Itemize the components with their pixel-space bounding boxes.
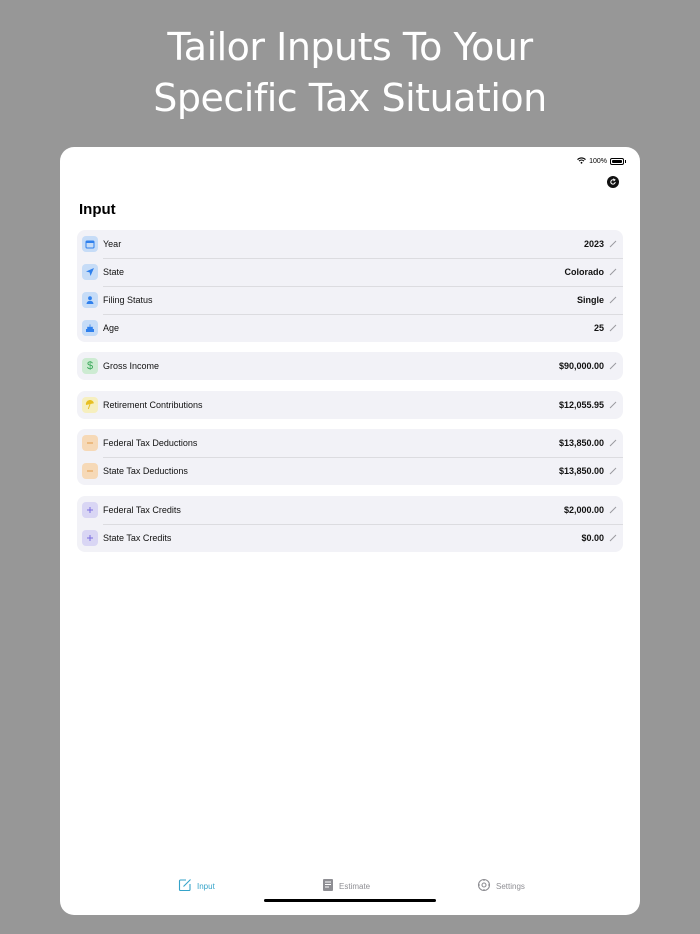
tab-input-label: Input: [197, 881, 215, 891]
minus-icon: [82, 435, 98, 451]
beach-umbrella-icon: [82, 397, 98, 413]
page-title: Input: [79, 201, 116, 218]
marketing-headline: Tailor Inputs To Your Specific Tax Situa…: [0, 22, 700, 124]
pencil-icon[interactable]: [609, 362, 617, 370]
pencil-icon[interactable]: [609, 268, 617, 276]
year-value: 2023: [583, 239, 604, 249]
gross-income-row[interactable]: $ Gross Income $90,000.00: [77, 352, 623, 380]
input-group-credits: Federal Tax Credits $2,000.00 State Tax …: [77, 496, 623, 552]
state-label: State: [103, 267, 125, 277]
minus-icon: [82, 463, 98, 479]
retirement-contributions-label: Retirement Contributions: [103, 400, 203, 410]
pencil-icon[interactable]: [609, 296, 617, 304]
pencil-icon[interactable]: [609, 324, 617, 332]
state-tax-deductions-label: State Tax Deductions: [103, 466, 188, 476]
square-pencil-icon: [178, 878, 192, 894]
status-bar: 100%: [577, 157, 626, 166]
year-label: Year: [103, 239, 122, 249]
tab-input[interactable]: Input: [178, 878, 215, 894]
headline-line-1: Tailor Inputs To Your: [167, 25, 533, 69]
filing-status-label: Filing Status: [103, 295, 153, 305]
pencil-icon[interactable]: [609, 506, 617, 514]
headline-line-2: Specific Tax Situation: [153, 76, 547, 120]
state-tax-credits-row[interactable]: State Tax Credits $0.00: [77, 524, 623, 552]
battery-percentage: 100%: [589, 158, 607, 165]
tab-estimate[interactable]: Estimate: [322, 878, 370, 894]
federal-tax-deductions-value: $13,850.00: [558, 438, 604, 448]
federal-tax-deductions-label: Federal Tax Deductions: [103, 438, 198, 448]
tab-bar: Input Estimate Settings: [60, 878, 640, 894]
federal-tax-credits-row[interactable]: Federal Tax Credits $2,000.00: [77, 496, 623, 524]
tab-estimate-label: Estimate: [339, 881, 371, 891]
plus-icon: [82, 530, 98, 546]
filing-status-value: Single: [576, 295, 604, 305]
state-tax-deductions-row[interactable]: State Tax Deductions $13,850.00: [77, 457, 623, 485]
input-group-personal: Year 2023 State Colorado Filing Status S…: [77, 230, 623, 342]
federal-tax-credits-value: $2,000.00: [563, 505, 604, 515]
birthday-cake-icon: [82, 320, 98, 336]
document-icon: [322, 878, 334, 894]
plus-icon: [82, 502, 98, 518]
input-group-retirement: Retirement Contributions $12,055.95: [77, 391, 623, 419]
pencil-icon[interactable]: [609, 240, 617, 248]
location-arrow-icon: [82, 264, 98, 280]
home-indicator: [264, 899, 436, 902]
state-tax-credits-value: $0.00: [581, 533, 604, 543]
reset-button[interactable]: [607, 176, 619, 188]
pencil-icon[interactable]: [609, 439, 617, 447]
federal-tax-credits-label: Federal Tax Credits: [103, 505, 181, 515]
filing-status-row[interactable]: Filing Status Single: [77, 286, 623, 314]
ipad-screen: 100% Input Year 2023 State Colorado Fili…: [60, 147, 640, 915]
pencil-icon[interactable]: [609, 401, 617, 409]
pencil-icon[interactable]: [609, 467, 617, 475]
battery-icon: [610, 158, 626, 165]
pencil-icon[interactable]: [609, 534, 617, 542]
state-row[interactable]: State Colorado: [77, 258, 623, 286]
wifi-icon: [577, 157, 586, 166]
state-tax-deductions-value: $13,850.00: [558, 466, 604, 476]
year-row[interactable]: Year 2023: [77, 230, 623, 258]
gross-income-label: Gross Income: [103, 361, 160, 371]
retirement-contributions-value: $12,055.95: [558, 400, 604, 410]
federal-tax-deductions-row[interactable]: Federal Tax Deductions $13,850.00: [77, 429, 623, 457]
age-value: 25: [593, 323, 604, 333]
state-tax-credits-label: State Tax Credits: [103, 533, 172, 543]
age-row[interactable]: Age 25: [77, 314, 623, 342]
state-value: Colorado: [564, 267, 605, 277]
gross-income-value: $90,000.00: [558, 361, 604, 371]
refresh-icon: [609, 173, 617, 191]
tab-settings[interactable]: Settings: [477, 878, 525, 894]
retirement-contributions-row[interactable]: Retirement Contributions $12,055.95: [77, 391, 623, 419]
input-group-income: $ Gross Income $90,000.00: [77, 352, 623, 380]
person-icon: [82, 292, 98, 308]
dollar-icon: $: [82, 358, 98, 374]
gear-icon: [477, 878, 491, 894]
tab-settings-label: Settings: [496, 881, 525, 891]
input-group-deductions: Federal Tax Deductions $13,850.00 State …: [77, 429, 623, 485]
age-label: Age: [103, 323, 120, 333]
calendar-icon: [82, 236, 98, 252]
